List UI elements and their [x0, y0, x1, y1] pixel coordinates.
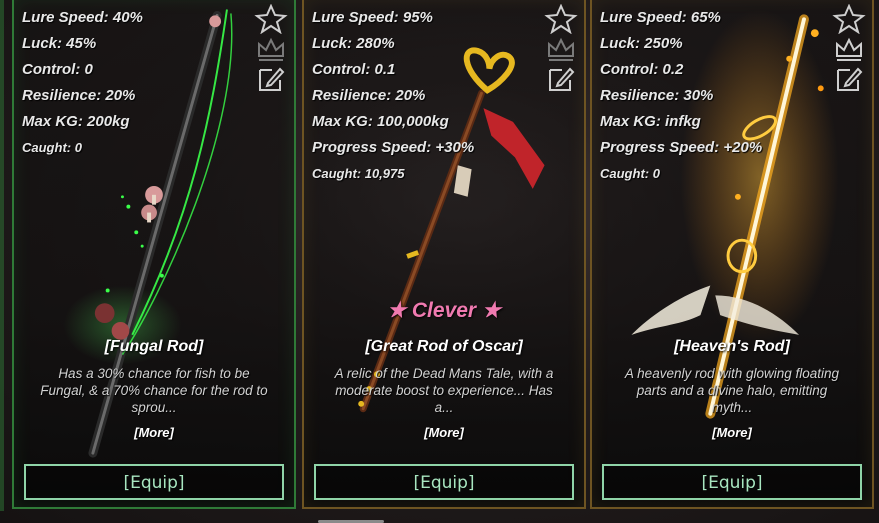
stat-luck: Luck: 250%: [600, 35, 683, 52]
stat-lure-speed: Lure Speed: 40%: [22, 9, 143, 26]
star-icon[interactable]: [544, 4, 578, 34]
stat-caught: Caught: 0: [22, 140, 82, 155]
star-icon[interactable]: [832, 4, 866, 34]
stat-lure-speed: Lure Speed: 95%: [312, 9, 433, 26]
stat-max-kg: Max KG: 200kg: [22, 113, 130, 130]
rod-description: A relic of the Dead Mans Tale, with a mo…: [334, 366, 554, 415]
crown-icon[interactable]: [254, 34, 288, 64]
stat-control: Control: 0: [22, 61, 93, 78]
stat-control: Control: 0.2: [600, 61, 684, 78]
more-link[interactable]: [More]: [592, 425, 872, 440]
stat-progress-speed: Progress Speed: +30%: [312, 139, 475, 156]
card-actions: [832, 4, 866, 94]
star-icon[interactable]: [254, 4, 288, 34]
stat-resilience: Resilience: 30%: [600, 87, 714, 104]
rod-stats: Lure Speed: 65% Luck: 250% Control: 0.2 …: [600, 8, 762, 190]
rod-card-great-rod-of-oscar[interactable]: Lure Speed: 95% Luck: 280% Control: 0.1 …: [302, 0, 586, 509]
stat-max-kg: Max KG: infkg: [600, 113, 701, 130]
crown-icon[interactable]: [832, 34, 866, 64]
rod-card-heavens-rod[interactable]: Lure Speed: 65% Luck: 250% Control: 0.2 …: [590, 0, 874, 509]
stat-luck: Luck: 280%: [312, 35, 395, 52]
equip-button[interactable]: [Equip]: [602, 464, 862, 500]
stat-resilience: Resilience: 20%: [312, 87, 426, 104]
edit-icon[interactable]: [832, 64, 866, 94]
edit-icon[interactable]: [254, 64, 288, 94]
stat-lure-speed: Lure Speed: 65%: [600, 9, 721, 26]
edit-icon[interactable]: [544, 64, 578, 94]
more-link[interactable]: [More]: [14, 425, 294, 440]
rod-stats: Lure Speed: 95% Luck: 280% Control: 0.1 …: [312, 8, 474, 190]
stat-progress-speed: Progress Speed: +20%: [600, 139, 763, 156]
stat-resilience: Resilience: 20%: [22, 87, 136, 104]
card-actions: [254, 4, 288, 94]
more-link[interactable]: [More]: [304, 425, 584, 440]
rod-badge: ★ Clever ★: [387, 299, 501, 322]
stat-max-kg: Max KG: 100,000kg: [312, 113, 449, 130]
stat-caught: Caught: 10,975: [312, 166, 405, 181]
stat-luck: Luck: 45%: [22, 35, 97, 52]
rod-description: A heavenly rod with glowing floating par…: [624, 366, 840, 415]
card-actions: [544, 4, 578, 94]
rod-card-fungal[interactable]: Lure Speed: 40% Luck: 45% Control: 0 Res…: [12, 0, 296, 509]
stat-caught: Caught: 0: [600, 166, 660, 181]
crown-icon[interactable]: [544, 34, 578, 64]
equip-button[interactable]: [Equip]: [24, 464, 284, 500]
rod-stats: Lure Speed: 40% Luck: 45% Control: 0 Res…: [22, 8, 143, 164]
rod-description: Has a 30% chance for fish to be Fungal, …: [40, 366, 268, 415]
rod-name: [Heaven's Rod]: [674, 338, 790, 355]
rod-name: [Great Rod of Oscar]: [365, 338, 523, 355]
stat-control: Control: 0.1: [312, 61, 396, 78]
equip-button[interactable]: [Equip]: [314, 464, 574, 500]
previous-card-edge: [0, 0, 4, 511]
rod-name: [Fungal Rod]: [104, 338, 204, 355]
